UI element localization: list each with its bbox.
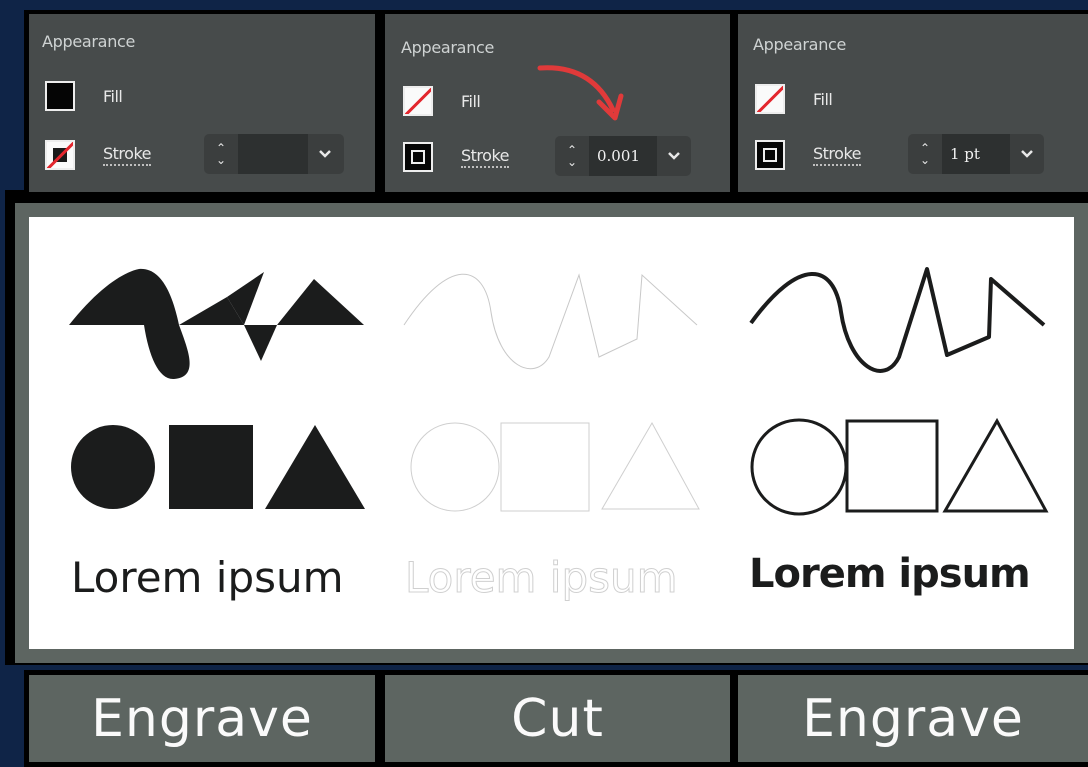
- outlined-square-shape: [845, 419, 939, 513]
- stroke-row[interactable]: Stroke: [45, 140, 151, 170]
- appearance-panel-1: Appearance Fill Stroke ⌃ ⌄: [29, 14, 375, 192]
- appearance-panel-2: Appearance Fill Stroke ⌃ ⌄ 0.001: [385, 14, 730, 192]
- filled-wave-shape: [69, 268, 364, 380]
- canvas-area: Lorem ipsum Lorem ipsum Lorem ipsum: [15, 203, 1088, 663]
- chevron-down-icon[interactable]: [657, 136, 691, 176]
- stroke-weight-stepper[interactable]: ⌃ ⌄: [204, 134, 344, 174]
- outlined-wave-shape: [749, 267, 1046, 373]
- stroke-label[interactable]: Stroke: [461, 146, 509, 168]
- panel-title: Appearance: [42, 32, 136, 51]
- cut-label: Cut: [385, 675, 730, 762]
- stepper-up-down-icon[interactable]: ⌃ ⌄: [908, 134, 942, 174]
- filled-sample-text: Lorem ipsum: [71, 553, 344, 602]
- stroke-weight-field[interactable]: [238, 134, 308, 174]
- fill-swatch[interactable]: [45, 81, 75, 111]
- stroke-label[interactable]: Stroke: [813, 144, 861, 166]
- outlined-circle-shape: [750, 418, 848, 516]
- engrave-label-right: Engrave: [738, 675, 1088, 762]
- fill-none-swatch[interactable]: [403, 86, 433, 116]
- stroke-row[interactable]: Stroke: [403, 142, 509, 172]
- hairline-circle-shape: [410, 422, 500, 512]
- stroke-weight-stepper[interactable]: ⌃ ⌄ 0.001: [555, 136, 691, 176]
- stroke-none-swatch[interactable]: [45, 140, 75, 170]
- outlined-sample-text: Lorem ipsum: [749, 551, 1031, 597]
- panel-title: Appearance: [753, 35, 847, 54]
- chevron-down-icon[interactable]: [1010, 134, 1044, 174]
- fill-label: Fill: [103, 86, 123, 106]
- panel-title: Appearance: [401, 38, 495, 57]
- pointer-arrow-icon: [537, 65, 624, 121]
- stroke-swatch[interactable]: [403, 142, 433, 172]
- hairline-square-shape: [500, 422, 590, 512]
- fill-row[interactable]: Fill: [45, 81, 123, 111]
- outlined-triangle-shape: [942, 417, 1049, 513]
- hairline-wave-shape: [403, 273, 698, 370]
- stepper-up-down-icon[interactable]: ⌃ ⌄: [204, 134, 238, 174]
- stroke-weight-field[interactable]: 1 pt: [942, 134, 1010, 174]
- stepper-up-down-icon[interactable]: ⌃ ⌄: [555, 136, 589, 176]
- stroke-weight-stepper[interactable]: ⌃ ⌄ 1 pt: [908, 134, 1044, 174]
- fill-row[interactable]: Fill: [403, 86, 481, 116]
- filled-circle-shape: [71, 425, 155, 509]
- artboard[interactable]: Lorem ipsum Lorem ipsum Lorem ipsum: [29, 217, 1074, 649]
- fill-label: Fill: [813, 89, 833, 109]
- engrave-label-left: Engrave: [29, 675, 375, 762]
- filled-square-shape: [169, 425, 253, 509]
- hairline-triangle-shape: [601, 421, 700, 510]
- appearance-panel-3: Appearance Fill Stroke ⌃ ⌄ 1 pt: [738, 14, 1088, 192]
- fill-none-swatch[interactable]: [755, 84, 785, 114]
- hairline-sample-text: Lorem ipsum: [405, 553, 679, 603]
- fill-label: Fill: [461, 91, 481, 111]
- filled-triangle-shape: [265, 425, 365, 509]
- chevron-down-icon[interactable]: [308, 134, 342, 174]
- stroke-weight-field[interactable]: 0.001: [589, 136, 657, 176]
- fill-row[interactable]: Fill: [755, 84, 833, 114]
- stroke-row[interactable]: Stroke: [755, 140, 861, 170]
- stroke-label[interactable]: Stroke: [103, 144, 151, 166]
- stroke-swatch[interactable]: [755, 140, 785, 170]
